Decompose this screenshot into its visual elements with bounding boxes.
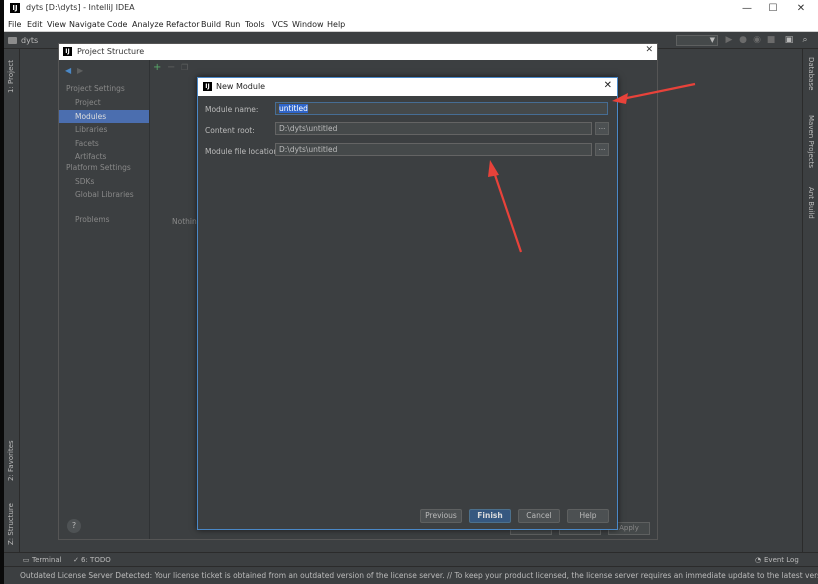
sidebar-item-modules[interactable]: Modules: [59, 110, 149, 123]
sidebar-item-facets[interactable]: Facets: [59, 137, 149, 150]
todo-icon: ✓: [73, 556, 79, 564]
intellij-logo-icon: IJ: [63, 47, 72, 56]
tool-window-event-log[interactable]: Event Log: [764, 556, 799, 564]
window-title: dyts [D:\dyts] - IntelliJ IDEA: [26, 3, 135, 12]
module-name-label: Module name:: [205, 105, 259, 114]
run-configuration-select[interactable]: ▼: [676, 35, 718, 46]
finish-button[interactable]: Finish: [469, 509, 511, 523]
content-root-input[interactable]: D:\dyts\untitled: [275, 122, 592, 135]
new-module-close-button[interactable]: ✕: [604, 80, 612, 91]
sidebar-item-global-libraries[interactable]: Global Libraries: [59, 188, 149, 201]
terminal-icon: ▭: [22, 556, 30, 564]
module-file-location-browse-button[interactable]: ...: [595, 143, 609, 156]
tool-window-todo[interactable]: 6: TODO: [81, 556, 111, 564]
new-module-titlebar: IJ New Module ✕: [198, 78, 617, 96]
project-structure-icon[interactable]: ▣: [784, 35, 794, 45]
sidebar-item-sdks[interactable]: SDKs: [59, 175, 149, 188]
folder-icon: [8, 37, 17, 44]
menu-tools[interactable]: Tools: [245, 20, 265, 29]
back-arrow-icon[interactable]: ◀: [65, 66, 71, 75]
menu-file[interactable]: File: [8, 20, 21, 29]
minimize-button[interactable]: —: [734, 1, 760, 17]
close-window-button[interactable]: ✕: [788, 1, 814, 17]
menu-view[interactable]: View: [47, 20, 66, 29]
module-name-input[interactable]: untitled: [275, 102, 608, 115]
tool-window-ant[interactable]: Ant Build: [807, 187, 815, 219]
status-message[interactable]: Outdated License Server Detected: Your l…: [20, 571, 818, 580]
project-structure-title: Project Structure: [77, 47, 145, 56]
help-button[interactable]: Help: [567, 509, 609, 523]
add-icon[interactable]: +: [153, 63, 161, 73]
maximize-button[interactable]: ☐: [760, 1, 786, 17]
window-titlebar: IJ dyts [D:\dyts] - IntelliJ IDEA — ☐ ✕: [4, 0, 818, 18]
cancel-button[interactable]: Cancel: [518, 509, 560, 523]
project-structure-close-button[interactable]: ✕: [645, 45, 653, 55]
stop-icon[interactable]: ■: [766, 35, 776, 45]
search-everywhere-icon[interactable]: ⌕: [800, 35, 810, 45]
coverage-icon[interactable]: ◉: [752, 35, 762, 45]
menu-vcs[interactable]: VCS: [272, 20, 288, 29]
chevron-down-icon: ▼: [709, 36, 715, 44]
module-file-location-label: Module file location:: [205, 147, 281, 156]
right-tool-strip: Database Maven Projects Ant Build: [802, 49, 818, 552]
content-root-browse-button[interactable]: ...: [595, 122, 609, 135]
project-structure-titlebar: IJ Project Structure ✕: [59, 44, 657, 60]
left-tool-strip: 1: Project 2: Favorites Z: Structure: [4, 49, 20, 552]
menu-analyze[interactable]: Analyze: [132, 20, 164, 29]
content-root-label: Content root:: [205, 126, 255, 135]
breadcrumb-project[interactable]: dyts: [21, 36, 38, 45]
menu-code[interactable]: Code: [107, 20, 127, 29]
menu-window[interactable]: Window: [292, 20, 324, 29]
run-icon[interactable]: ▶: [724, 35, 734, 45]
tool-window-project[interactable]: 1: Project: [7, 60, 15, 93]
tool-window-maven[interactable]: Maven Projects: [807, 115, 815, 168]
previous-button[interactable]: Previous: [420, 509, 462, 523]
intellij-logo-icon: IJ: [10, 3, 20, 13]
module-file-location-input[interactable]: D:\dyts\untitled: [275, 143, 592, 156]
debug-icon[interactable]: ●: [738, 35, 748, 45]
menu-navigate[interactable]: Navigate: [69, 20, 105, 29]
menu-help[interactable]: Help: [327, 20, 345, 29]
copy-icon[interactable]: ❐: [181, 63, 188, 73]
new-module-title: New Module: [216, 82, 266, 91]
tool-window-terminal[interactable]: Terminal: [32, 556, 62, 564]
menu-refactor[interactable]: Refactor: [166, 20, 200, 29]
menu-edit[interactable]: Edit: [27, 20, 43, 29]
section-project-settings: Project Settings: [66, 84, 125, 93]
tool-window-favorites[interactable]: 2: Favorites: [7, 440, 15, 481]
forward-arrow-icon[interactable]: ▶: [77, 66, 83, 75]
tool-window-structure[interactable]: Z: Structure: [7, 503, 15, 545]
bottom-tool-bar: ▭ Terminal ✓ 6: TODO ◔ Event Log: [4, 552, 818, 566]
module-name-value: untitled: [279, 104, 308, 113]
sidebar-item-problems[interactable]: Problems: [59, 213, 149, 226]
menu-bar: File Edit View Navigate Code Analyze Ref…: [4, 18, 818, 32]
menu-build[interactable]: Build: [201, 20, 221, 29]
new-module-dialog: IJ New Module ✕ Module name: untitled Co…: [197, 77, 618, 530]
sidebar-item-artifacts[interactable]: Artifacts: [59, 150, 149, 163]
status-bar: Outdated License Server Detected: Your l…: [4, 566, 818, 584]
menu-run[interactable]: Run: [225, 20, 240, 29]
event-log-icon: ◔: [754, 556, 762, 564]
sidebar-item-libraries[interactable]: Libraries: [59, 123, 149, 136]
ide-window: IJ dyts [D:\dyts] - IntelliJ IDEA — ☐ ✕ …: [4, 0, 818, 584]
section-platform-settings: Platform Settings: [66, 163, 131, 172]
sidebar-item-project[interactable]: Project: [59, 96, 149, 109]
remove-icon[interactable]: −: [167, 63, 175, 73]
intellij-logo-icon: IJ: [203, 82, 212, 91]
help-icon[interactable]: ?: [67, 519, 81, 533]
tool-window-database[interactable]: Database: [807, 57, 815, 90]
project-structure-sidebar: ◀ ▶ Project Settings Project Modules Lib…: [59, 60, 150, 539]
